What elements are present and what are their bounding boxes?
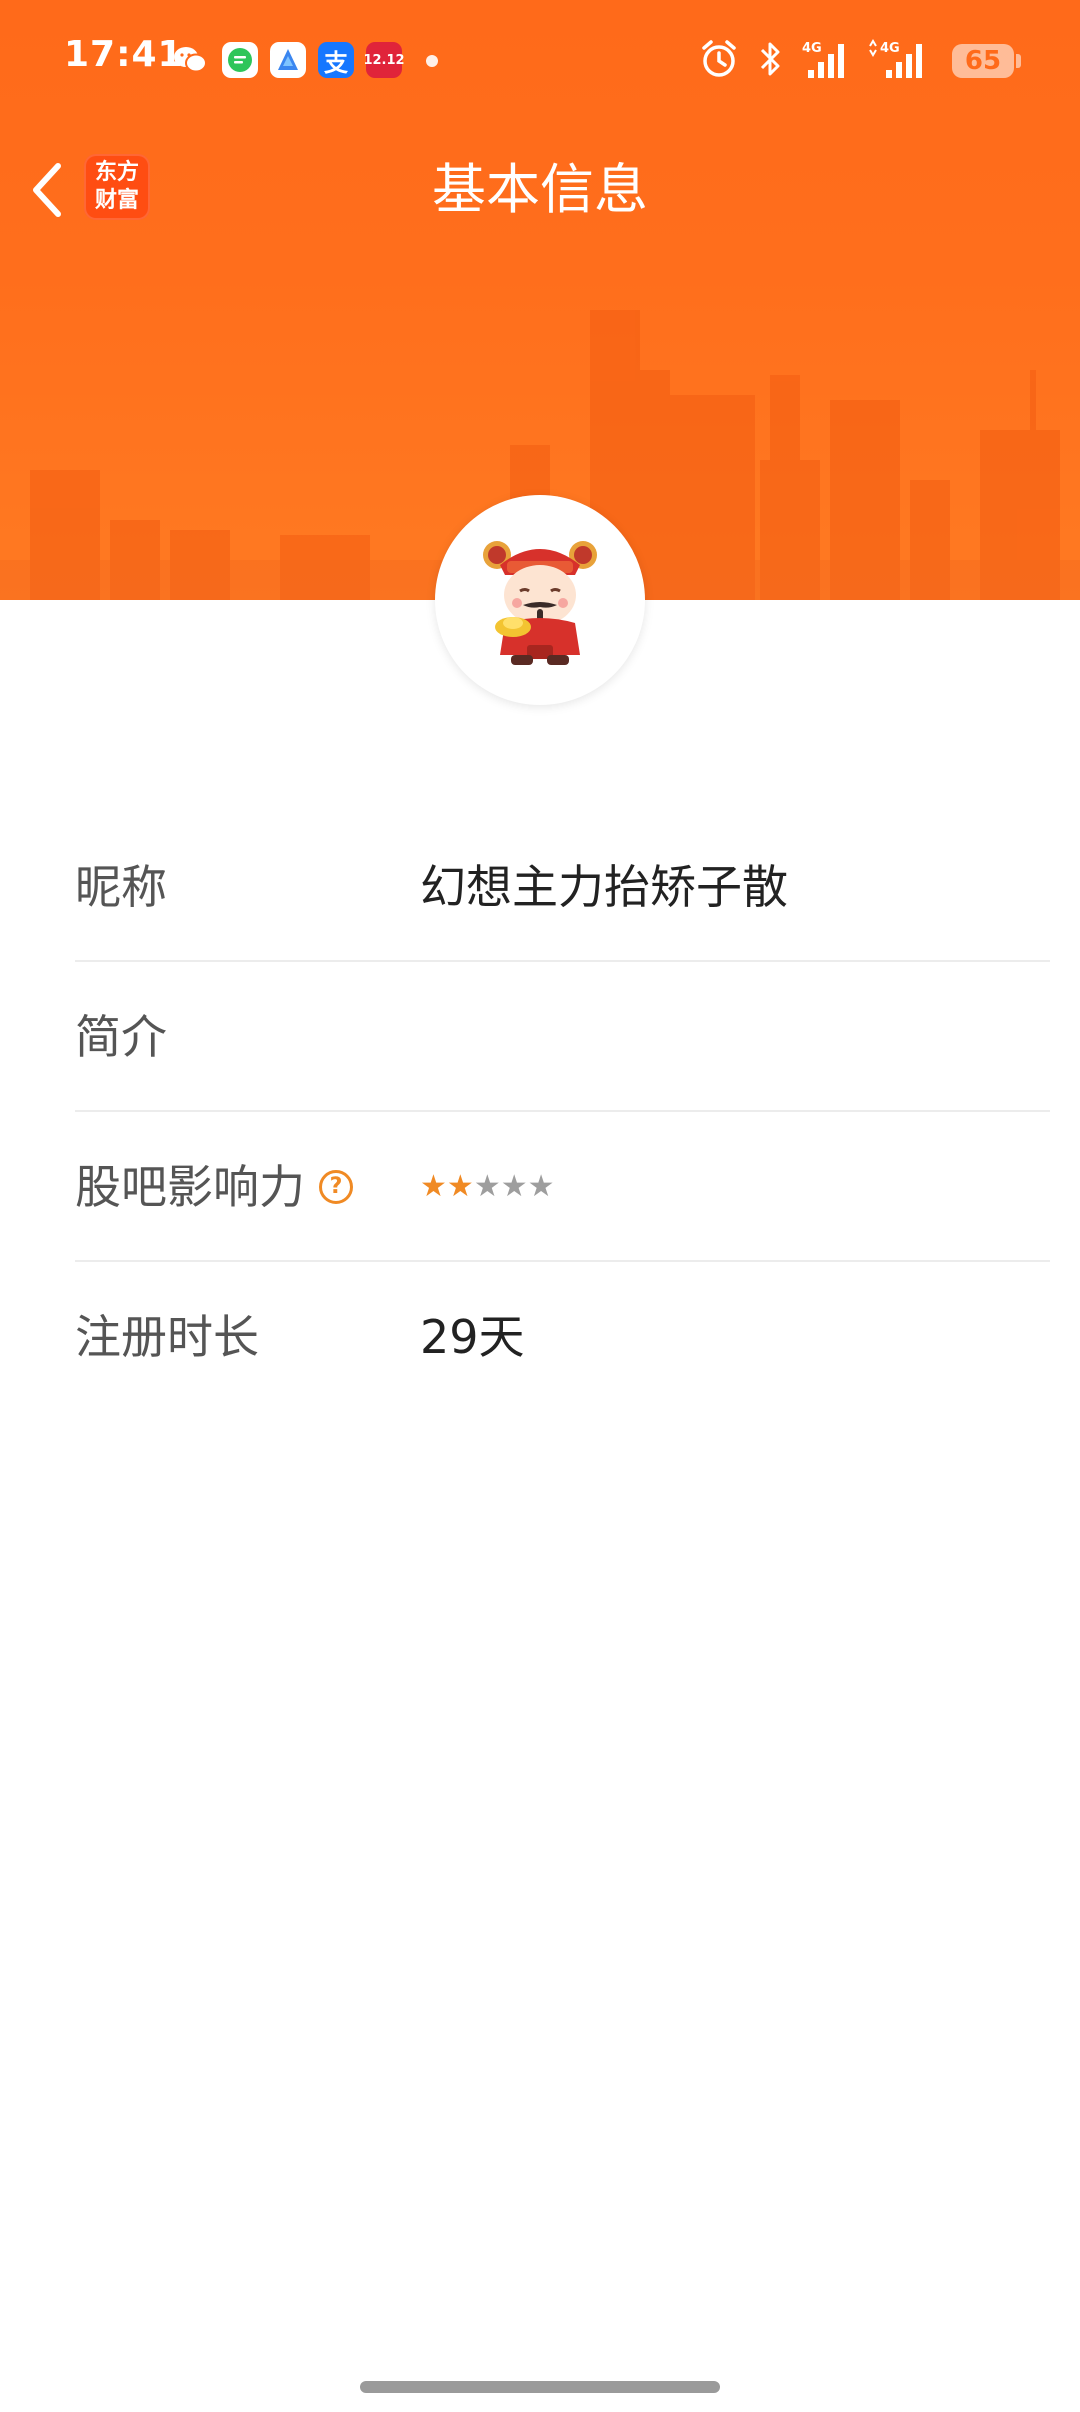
star-filled-icon: ★ [420,1169,447,1204]
status-bar: 17:41 支 12.12 4G 4G 65 [0,0,1080,124]
browser-icon [270,42,306,78]
signal-4g-icon-2: 4G [869,39,922,78]
alarm-icon [702,40,736,77]
avatar[interactable] [435,495,645,705]
help-circle-icon[interactable]: ? [319,1170,353,1204]
influence-label: 股吧影响力 [75,1160,305,1214]
profile-info-list: 昵称 幻想主力抬矫子散 简介 股吧影响力 ? ★ ★ ★ ★ ★ 注册时长 29天 [75,812,1050,1412]
registration-duration-label: 注册时长 [75,1310,259,1364]
svg-text:4G: 4G [880,41,900,56]
bluetooth-icon [760,42,780,76]
star-filled-icon: ★ [446,1169,474,1204]
bio-label: 简介 [75,1010,167,1064]
nickname-row[interactable]: 昵称 幻想主力抬矫子散 [75,812,1050,962]
registration-duration-value: 29天 [420,1310,525,1364]
battery-tip [1016,54,1021,68]
home-indicator[interactable] [360,2381,720,2393]
status-time: 17:41 [64,34,184,75]
star-empty-icon: ★ [473,1169,501,1204]
bio-row[interactable]: 简介 [75,962,1050,1112]
star-empty-icon: ★ [527,1169,555,1204]
battery-indicator: 65 [952,44,1014,78]
nickname-label: 昵称 [75,860,167,914]
influence-label-wrap: 股吧影响力 ? [75,1112,353,1262]
more-notifications-dot [426,55,438,67]
alipay-icon: 支 [318,42,354,78]
registration-duration-row: 注册时长 29天 [75,1262,1050,1412]
influence-star-rating: ★ ★ ★ ★ ★ [420,1112,555,1262]
signal-4g-icon: 4G [802,41,844,78]
page-title: 基本信息 [432,158,648,221]
svg-text:4G: 4G [802,41,822,56]
wechat-icon [172,42,208,78]
caishen-avatar-illustration [483,541,597,665]
star-empty-icon: ★ [500,1169,528,1204]
taobao-1212-icon: 12.12 [363,42,405,78]
nickname-value: 幻想主力抬矫子散 [420,860,788,914]
influence-row: 股吧影响力 ? ★ ★ ★ ★ ★ [75,1112,1050,1262]
messages-icon [222,42,258,78]
